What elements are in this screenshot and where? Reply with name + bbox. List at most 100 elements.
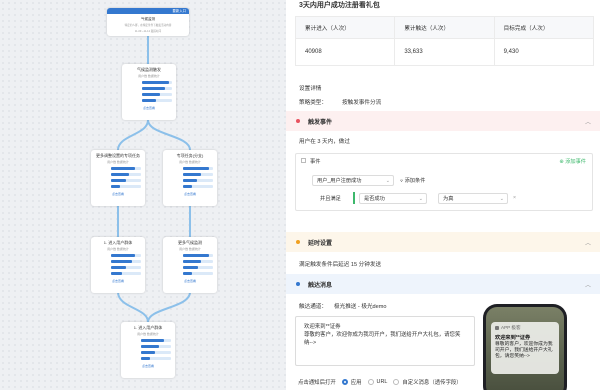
flow-node[interactable]: 1. 进入用户群体 用户数 数据统计点击查看 xyxy=(91,237,145,293)
node-metric-fill xyxy=(141,351,155,354)
node-metric-row xyxy=(95,266,141,269)
node-metric-row xyxy=(167,260,213,263)
node-title: 1. 进入用户群体 xyxy=(103,240,133,245)
node-metric-bar xyxy=(183,167,213,170)
value-select[interactable]: 为真 ⌄ xyxy=(438,193,508,204)
node-metric-row xyxy=(167,185,213,188)
node-metric-row xyxy=(126,93,172,96)
node-metric-row xyxy=(95,272,141,275)
node-metric-bar xyxy=(142,87,172,90)
message-content-field[interactable]: 欢迎来到**证券 尊敬的客户，欢迎你成为我司开户，我们送给开户大礼包，请您笑纳-… xyxy=(295,316,475,366)
node-metric-fill xyxy=(183,254,209,257)
node-metric-bar xyxy=(141,345,171,348)
node-metric-bar xyxy=(111,185,141,188)
event-select-value: 用户_用户注册成功 xyxy=(317,178,362,184)
entry-node-text-2: 11-09 ~11-12 跟踪时间 xyxy=(134,29,162,33)
attr-select[interactable]: 是否成功 ⌄ xyxy=(359,193,427,204)
remove-condition-icon[interactable]: × xyxy=(513,195,516,201)
node-metric-fill xyxy=(111,173,129,176)
node-metric-bar xyxy=(183,272,213,275)
chevron-up-icon: ︿ xyxy=(584,240,591,247)
push-notification-preview: APP 极客 欢迎来到**证券 尊敬的客户，欢迎你成为我司开户，我们送给开户大礼… xyxy=(491,322,559,374)
event-select[interactable]: 用户_用户注册成功 ⌄ xyxy=(312,175,394,186)
phone-preview: APP 极客 欢迎来到**证券 尊敬的客户，欢迎你成为我司开户，我们送给开户大礼… xyxy=(483,304,567,390)
node-metric-row xyxy=(167,254,213,257)
strategy-label: 策略类型： xyxy=(299,100,327,106)
node-metric-row xyxy=(126,99,172,102)
flow-node[interactable]: 气候监测触发 用户数 数据统计点击查看 xyxy=(122,64,176,120)
radio-app[interactable] xyxy=(341,379,348,385)
stats-header-entered: 累计进入（人次） xyxy=(305,25,350,32)
node-metric-bar xyxy=(111,260,141,263)
notification-title: 欢迎来到**证券 xyxy=(495,335,531,341)
node-metric-row xyxy=(95,254,141,257)
node-title: 气候监测触发 xyxy=(137,67,161,72)
flow-node[interactable]: 1. 进入用户群体 用户数 数据统计 点击查看 xyxy=(121,322,175,378)
attr-label: 并且满足 xyxy=(320,196,341,202)
node-metric-bar xyxy=(142,93,172,96)
node-metric-row xyxy=(167,266,213,269)
radio-custom[interactable] xyxy=(393,379,400,385)
node-detail-link[interactable]: 点击查看 xyxy=(167,192,213,196)
node-subtitle: 用户数 数据统计 xyxy=(107,247,129,251)
node-metric-fill xyxy=(183,185,192,188)
node-metric-bar xyxy=(111,272,141,275)
node-metric-fill xyxy=(141,339,164,342)
trigger-section-title: 触发事件 xyxy=(308,119,333,126)
node-metric-row xyxy=(126,87,172,90)
node-metric-row xyxy=(167,272,213,275)
flow-node[interactable]: 专项任务(分支) 用户数 数据统计 点击查看 xyxy=(163,150,217,206)
node-metric-row xyxy=(167,167,213,170)
flow-canvas[interactable]: 要新入口 气候监测 特定的人群，在特定条件下触发活动内容 11-09 ~11-1… xyxy=(0,0,286,390)
node-subtitle: 用户数 数据统计 xyxy=(107,160,129,164)
node-subtitle: 用户数 数据统计 xyxy=(138,74,160,78)
message-title: 欢迎来到**证券 xyxy=(304,324,341,330)
node-metric-row xyxy=(95,179,141,182)
chevron-up-icon: ︿ xyxy=(584,282,591,289)
node-metric-bar xyxy=(183,185,213,188)
node-metric-bar xyxy=(141,357,171,360)
entry-node-text-1: 特定的人群，在特定条件下触发活动内容 xyxy=(124,24,172,27)
radio-app-label: 应用 xyxy=(350,380,362,386)
node-metric-row xyxy=(125,339,171,342)
attr-select-value: 是否成功 xyxy=(364,196,385,202)
node-metric-fill xyxy=(111,185,120,188)
value-select-value: 为真 xyxy=(443,196,454,202)
click-action-group: 点击通知后打开 应用 URL 自定义消息（透传字段） xyxy=(298,378,462,386)
trigger-section-header[interactable]: 触发事件 ︿ xyxy=(286,111,600,131)
stats-header-reached: 累计触达（人次） xyxy=(394,17,493,38)
channel-value: 极光推送 - 极光demo xyxy=(334,304,387,310)
flow-node[interactable]: 更多气候监测 用户数 数据统计 点击查看 xyxy=(163,237,217,293)
push-section-header[interactable]: 触达消息 ︿ xyxy=(286,274,600,294)
chevron-down-icon: ⌄ xyxy=(418,195,423,202)
entry-node-title: 气候监测 xyxy=(141,17,155,21)
event-checkbox[interactable] xyxy=(301,158,306,163)
node-detail-link[interactable]: 点击查看 xyxy=(125,364,171,368)
node-metric-fill xyxy=(142,87,165,90)
node-detail-link[interactable]: 点击查看 xyxy=(95,279,141,283)
node-metric-fill xyxy=(183,179,197,182)
node-metric-bar xyxy=(111,266,141,269)
node-metric-row xyxy=(167,173,213,176)
node-subtitle: 用户数 数据统计 xyxy=(137,332,159,336)
node-metric-bar xyxy=(141,339,171,342)
node-detail-link[interactable]: 点击查看 xyxy=(95,192,141,196)
node-metric-bar xyxy=(142,99,172,102)
push-dot-icon xyxy=(296,282,300,286)
app-icon xyxy=(495,326,499,330)
node-detail-link[interactable]: 点击查看 xyxy=(126,106,172,110)
node-detail-link[interactable]: 点击查看 xyxy=(167,279,213,283)
add-event-button[interactable]: ⊕ 添加事件 xyxy=(559,158,586,165)
node-metric-bar xyxy=(142,81,172,84)
node-metric-fill xyxy=(111,254,135,257)
add-condition-button[interactable]: ⩒ 添加条件 xyxy=(400,177,425,185)
delay-section-header[interactable]: 延时设置 ︿ xyxy=(286,232,600,252)
node-metric-bar xyxy=(141,351,171,354)
trigger-description: 用户在 3 天内，做过 xyxy=(299,139,350,145)
node-metric-bar xyxy=(111,167,141,170)
node-metric-bar xyxy=(183,254,213,257)
radio-url[interactable] xyxy=(367,379,374,385)
node-metric-fill xyxy=(141,345,159,348)
entry-node[interactable]: 要新入口 气候监测 特定的人群，在特定条件下触发活动内容 11-09 ~11-1… xyxy=(107,8,189,36)
flow-node[interactable]: 更多调整设置的专项任务 用户数 数据统计 点击查看 xyxy=(91,150,145,206)
